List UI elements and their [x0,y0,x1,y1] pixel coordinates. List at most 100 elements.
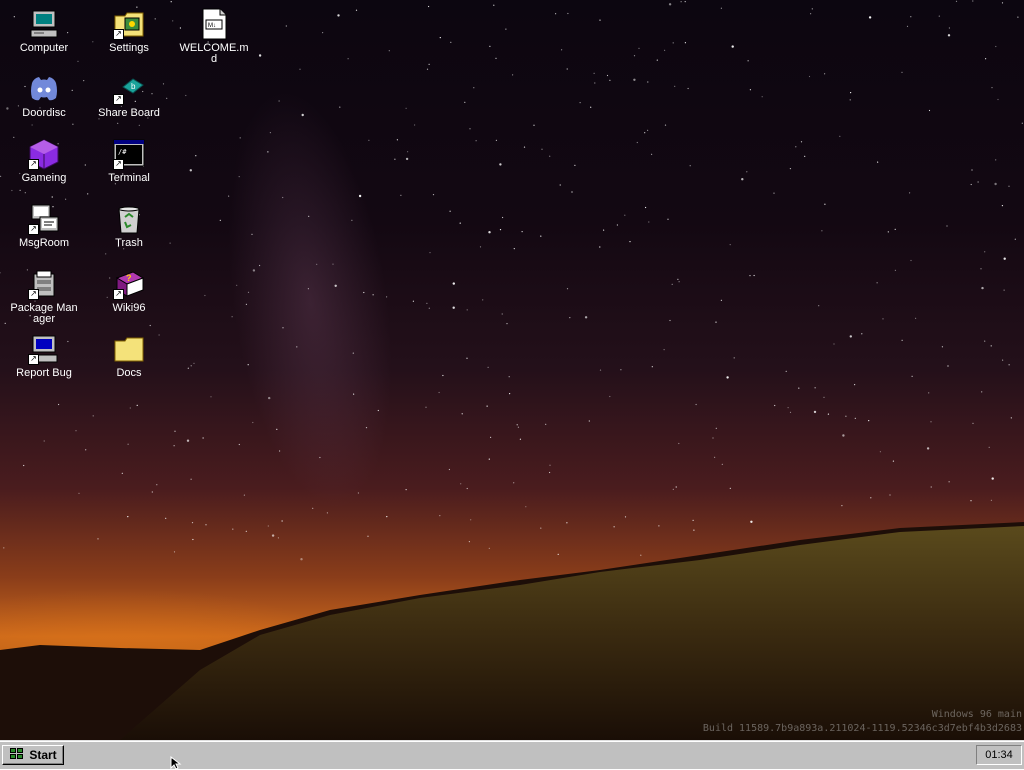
star [850,92,852,94]
star [489,45,491,47]
star [720,7,723,9]
star [450,41,452,43]
star [405,489,407,491]
star [854,417,856,419]
star [251,233,253,235]
star [741,178,744,181]
star [219,219,221,221]
watermark-line-2: Build 11589.7b9a893a.211024-1119.52346c3… [702,723,1022,734]
star [972,422,974,424]
star [245,303,247,305]
doordisc-desktop-icon[interactable]: Doordisc [2,73,86,133]
star [995,45,997,48]
icon-label: Report Bug [16,367,72,379]
help-book-icon: ? ↗ [113,268,145,300]
star [981,391,983,393]
star [296,346,298,348]
icon-label: Share Board [98,107,160,119]
star [599,246,601,248]
star [372,294,374,296]
star [466,309,468,311]
terminal-desktop-icon[interactable]: /# ↗ Terminal [87,138,171,198]
star [574,164,576,166]
star [365,427,368,429]
desktop[interactable]: Computer Doordisc ↗ Gameing ↗ MsgRoom ↗ … [0,0,1024,740]
star [879,451,882,453]
star [677,278,679,280]
star [651,153,653,155]
star [488,231,491,234]
star [0,272,1,274]
star [882,318,884,320]
star [624,214,626,216]
gameing-desktop-icon[interactable]: ↗ Gameing [2,138,86,198]
star [821,230,823,232]
star [185,94,187,97]
star [508,376,510,378]
star [464,101,466,103]
star [487,366,489,368]
star [442,374,444,377]
star [823,396,825,398]
package-manager-desktop-icon[interactable]: ↗ Package Manager [2,268,86,328]
star [633,55,636,57]
star [332,263,334,265]
star [827,413,830,415]
star [599,19,601,21]
star [669,319,671,322]
star [493,4,495,6]
hill-silhouette [0,522,1024,740]
computer-desktop-icon[interactable]: Computer [2,8,86,68]
star [915,317,917,319]
start-button[interactable]: Start [2,745,64,765]
star [386,296,388,298]
recycle-bin-icon [113,203,145,235]
star [689,165,691,167]
star [282,196,284,199]
star [210,396,212,398]
star [259,264,261,267]
docs-desktop-icon[interactable]: Docs [87,333,171,393]
star [997,98,999,101]
report-bug-desktop-icon[interactable]: ↗ Report Bug [2,333,86,393]
star [228,195,230,197]
star [490,436,492,438]
star [519,438,522,440]
share-board-desktop-icon[interactable]: b ↗ Share Board [87,73,171,133]
star [432,194,435,196]
star [668,3,672,6]
msgroom-desktop-icon[interactable]: ↗ MsgRoom [2,203,86,263]
star [555,13,557,15]
system-tray-clock[interactable]: 01:34 [976,745,1022,765]
star [606,74,609,77]
star [231,316,233,318]
star [947,34,951,37]
welcome-md-desktop-icon[interactable]: M↓ WELCOME.md [172,8,256,68]
star [429,252,431,254]
star [43,440,45,442]
star [876,282,878,284]
star [910,16,912,18]
trash-desktop-icon[interactable]: Trash [87,203,171,263]
icon-label: Gameing [21,172,67,184]
star [1002,359,1004,361]
star [972,0,974,2]
star [804,155,806,157]
star [833,343,835,345]
star [664,49,666,51]
wiki96-desktop-icon[interactable]: ? ↗ Wiki96 [87,268,171,328]
star [540,235,542,237]
star [448,468,450,471]
icon-label: Doordisc [22,107,66,119]
star [541,148,543,150]
star [243,494,245,496]
star [787,407,789,409]
settings-desktop-icon[interactable]: ↗ Settings [87,8,171,68]
star [23,464,25,467]
share-board-icon: b ↗ [113,73,145,105]
star [648,221,650,223]
star [258,54,262,57]
star [609,395,611,398]
star [276,428,278,430]
star [947,365,949,367]
